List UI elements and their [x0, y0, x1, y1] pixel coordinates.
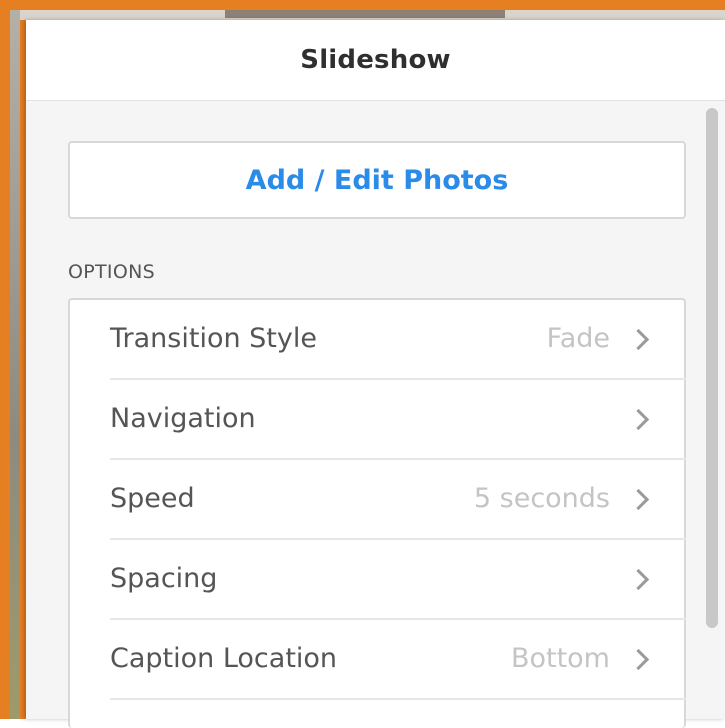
option-label: Navigation [110, 403, 256, 434]
option-label: Caption Location [110, 643, 338, 674]
chevron-right-icon [627, 328, 650, 351]
panel-scrollbar[interactable] [706, 108, 718, 628]
panel-header: Slideshow [26, 20, 725, 101]
options-list: Transition Style Fade Navigation Speed 5… [68, 298, 686, 728]
background-image-edge-left [10, 10, 20, 719]
slideshow-settings-panel: Slideshow Add / Edit Photos OPTIONS Tran… [26, 20, 725, 728]
option-navigation[interactable]: Navigation [110, 380, 686, 460]
option-speed[interactable]: Speed 5 seconds [110, 460, 686, 540]
options-section-label: OPTIONS [68, 261, 155, 283]
option-value: Bottom [510, 643, 610, 674]
option-label: Speed [110, 483, 195, 514]
option-spacing[interactable]: Spacing [110, 540, 686, 620]
panel-title: Slideshow [300, 45, 451, 75]
option-label: Transition Style [110, 323, 317, 354]
option-transition-style[interactable]: Transition Style Fade [110, 300, 686, 380]
chevron-right-icon [627, 568, 650, 591]
chevron-right-icon [627, 408, 650, 431]
chevron-right-icon [627, 488, 650, 511]
option-label: Spacing [110, 563, 218, 594]
add-edit-photos-button[interactable]: Add / Edit Photos [68, 141, 686, 219]
option-value: 5 seconds [473, 483, 610, 514]
option-caption-location[interactable]: Caption Location Bottom [110, 620, 686, 700]
background-image-edge [225, 10, 505, 18]
option-value: Fade [546, 323, 610, 354]
chevron-right-icon [627, 648, 650, 671]
